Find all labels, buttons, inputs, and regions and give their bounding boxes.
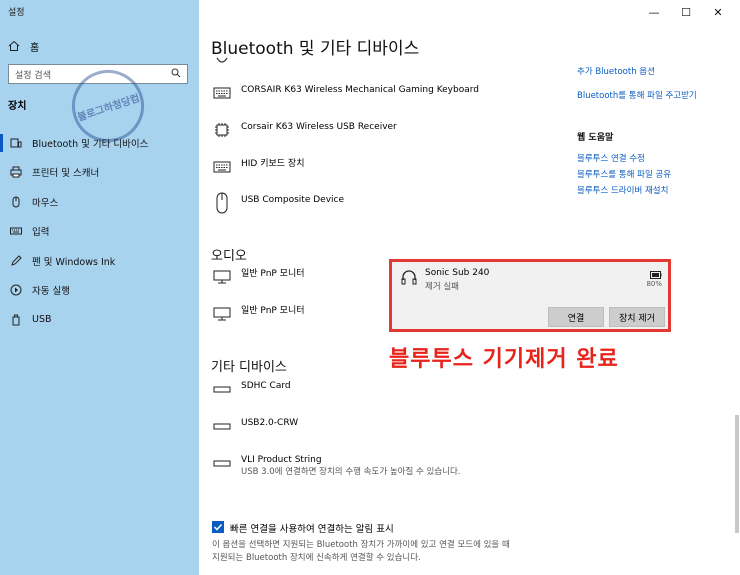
usb-icon — [10, 314, 22, 326]
device-name: VLI Product String — [241, 455, 322, 465]
sidebar-item-label: 자동 실행 — [32, 286, 70, 298]
more-bluetooth-options-link[interactable]: 추가 Bluetooth 옵션 — [577, 65, 655, 77]
search-icon — [171, 68, 181, 81]
drive-icon — [213, 417, 231, 435]
headphones-icon — [400, 268, 418, 289]
device-item[interactable]: SDHC Card — [213, 380, 291, 398]
device-item[interactable]: Corsair K63 Wireless USB Receiver — [213, 121, 397, 139]
keyboard-icon — [213, 84, 231, 102]
drive-icon — [213, 454, 231, 472]
generic-device-icon — [213, 53, 231, 71]
remove-device-button[interactable]: 장치 제거 — [609, 307, 665, 327]
keyboard-icon — [10, 225, 22, 237]
monitor-icon — [213, 305, 231, 323]
sidebar-item-label: USB — [32, 314, 52, 326]
autoplay-icon — [10, 284, 22, 296]
bluetooth-devices-icon — [10, 137, 22, 149]
window-title: 설정 — [8, 8, 25, 18]
section-heading-audio: 오디오 — [211, 249, 247, 264]
search-placeholder: 설정 검색 — [15, 70, 51, 81]
sidebar-item-usb[interactable]: USB — [0, 305, 199, 335]
sidebar-home[interactable]: 홈 — [8, 38, 39, 54]
close-button[interactable]: ✕ — [702, 4, 734, 20]
scrollbar-thumb[interactable] — [735, 415, 739, 533]
keyboard-icon — [213, 158, 231, 176]
mouse-icon — [10, 196, 22, 208]
section-heading-other: 기타 디바이스 — [211, 360, 287, 375]
swift-pair-description: 이 옵션을 선택하면 지원되는 Bluetooth 장치가 가까이에 있고 연결… — [212, 540, 510, 563]
device-popup: Sonic Sub 240 제거 실패 80% 연결 장치 제거 — [389, 259, 671, 332]
battery-percent: 80% — [646, 280, 662, 288]
sidebar-item-pen[interactable]: 펜 및 Windows Ink — [0, 246, 199, 276]
device-name: CORSAIR K63 Wireless Mechanical Gaming K… — [241, 85, 479, 95]
sidebar-home-label: 홈 — [30, 42, 40, 54]
sidebar-item-label: 마우스 — [32, 197, 59, 209]
maximize-button[interactable]: ☐ — [670, 4, 702, 20]
minimize-button[interactable]: — — [638, 4, 670, 20]
device-partial — [213, 53, 231, 71]
device-item[interactable]: USB Composite Device — [213, 192, 345, 214]
device-name: HID 키보드 장치 — [241, 159, 305, 169]
sidebar-item-autoplay[interactable]: 자동 실행 — [0, 276, 199, 306]
sidebar: 설정 홈 설정 검색 블로그하청당컴 장치 Bluetooth 및 기타 디바이… — [0, 0, 199, 575]
device-item[interactable]: VLI Product String USB 3.0에 연결하면 장치의 수행 … — [213, 454, 471, 478]
popup-status: 제거 실패 — [425, 282, 459, 292]
sidebar-item-label: Bluetooth 및 기타 디바이스 — [32, 138, 149, 150]
sidebar-item-mouse[interactable]: 마우스 — [0, 187, 199, 217]
help-heading: 웹 도움말 — [577, 133, 614, 143]
device-name: SDHC Card — [241, 381, 291, 391]
sidebar-nav: Bluetooth 및 기타 디바이스 프린터 및 스캐너 마우스 입력 펜 및… — [0, 128, 199, 335]
sidebar-section-label: 장치 — [8, 101, 27, 112]
device-item[interactable]: 일반 PnP 모니터 — [213, 268, 305, 286]
help-link-reinstall-driver[interactable]: 블루투스 드라이버 재설치 — [577, 184, 668, 196]
page-title: Bluetooth 및 기타 디바이스 — [211, 39, 420, 59]
send-receive-files-link[interactable]: Bluetooth를 통해 파일 주고받기 — [577, 89, 697, 101]
device-name: Corsair K63 Wireless USB Receiver — [241, 122, 397, 132]
window-controls: — ☐ ✕ — [638, 4, 734, 20]
device-name: USB Composite Device — [241, 195, 345, 205]
swift-pair-label[interactable]: 빠른 연결을 사용하여 연결하는 알림 표시 — [230, 521, 394, 535]
device-item[interactable]: HID 키보드 장치 — [213, 158, 304, 176]
drive-icon — [213, 380, 231, 398]
annotation-caption: 블루투스 기기제거 완료 — [389, 347, 619, 372]
sidebar-item-printers[interactable]: 프린터 및 스캐너 — [0, 158, 199, 188]
device-warning: USB 3.0에 연결하면 장치의 수행 속도가 높아질 수 있습니다. — [241, 467, 461, 477]
mouse-icon — [213, 192, 231, 214]
popup-device-name: Sonic Sub 240 — [425, 268, 490, 278]
device-item[interactable]: CORSAIR K63 Wireless Mechanical Gaming K… — [213, 84, 479, 102]
scrollbar[interactable] — [734, 60, 740, 565]
help-link-share-files[interactable]: 블루투스를 통해 파일 공유 — [577, 168, 671, 180]
swift-pair-checkbox[interactable] — [212, 521, 224, 533]
printer-icon — [10, 166, 22, 178]
device-item[interactable]: 일반 PnP 모니터 — [213, 305, 305, 323]
device-name: 일반 PnP 모니터 — [241, 269, 305, 279]
sidebar-item-input[interactable]: 입력 — [0, 217, 199, 247]
sidebar-item-label: 프린터 및 스캐너 — [32, 168, 100, 180]
device-name: USB2.0-CRW — [241, 418, 299, 428]
sidebar-item-label: 펜 및 Windows Ink — [32, 256, 116, 268]
sidebar-item-bluetooth[interactable]: Bluetooth 및 기타 디바이스 — [0, 128, 199, 158]
help-link-fix-connection[interactable]: 블루투스 연결 수정 — [577, 152, 645, 164]
monitor-icon — [213, 268, 231, 286]
chip-icon — [213, 121, 231, 139]
sidebar-item-label: 입력 — [32, 227, 50, 239]
device-item[interactable]: USB2.0-CRW — [213, 417, 298, 435]
device-name: 일반 PnP 모니터 — [241, 306, 305, 316]
connect-button[interactable]: 연결 — [548, 307, 604, 327]
home-icon — [8, 40, 20, 52]
pen-icon — [10, 255, 22, 267]
